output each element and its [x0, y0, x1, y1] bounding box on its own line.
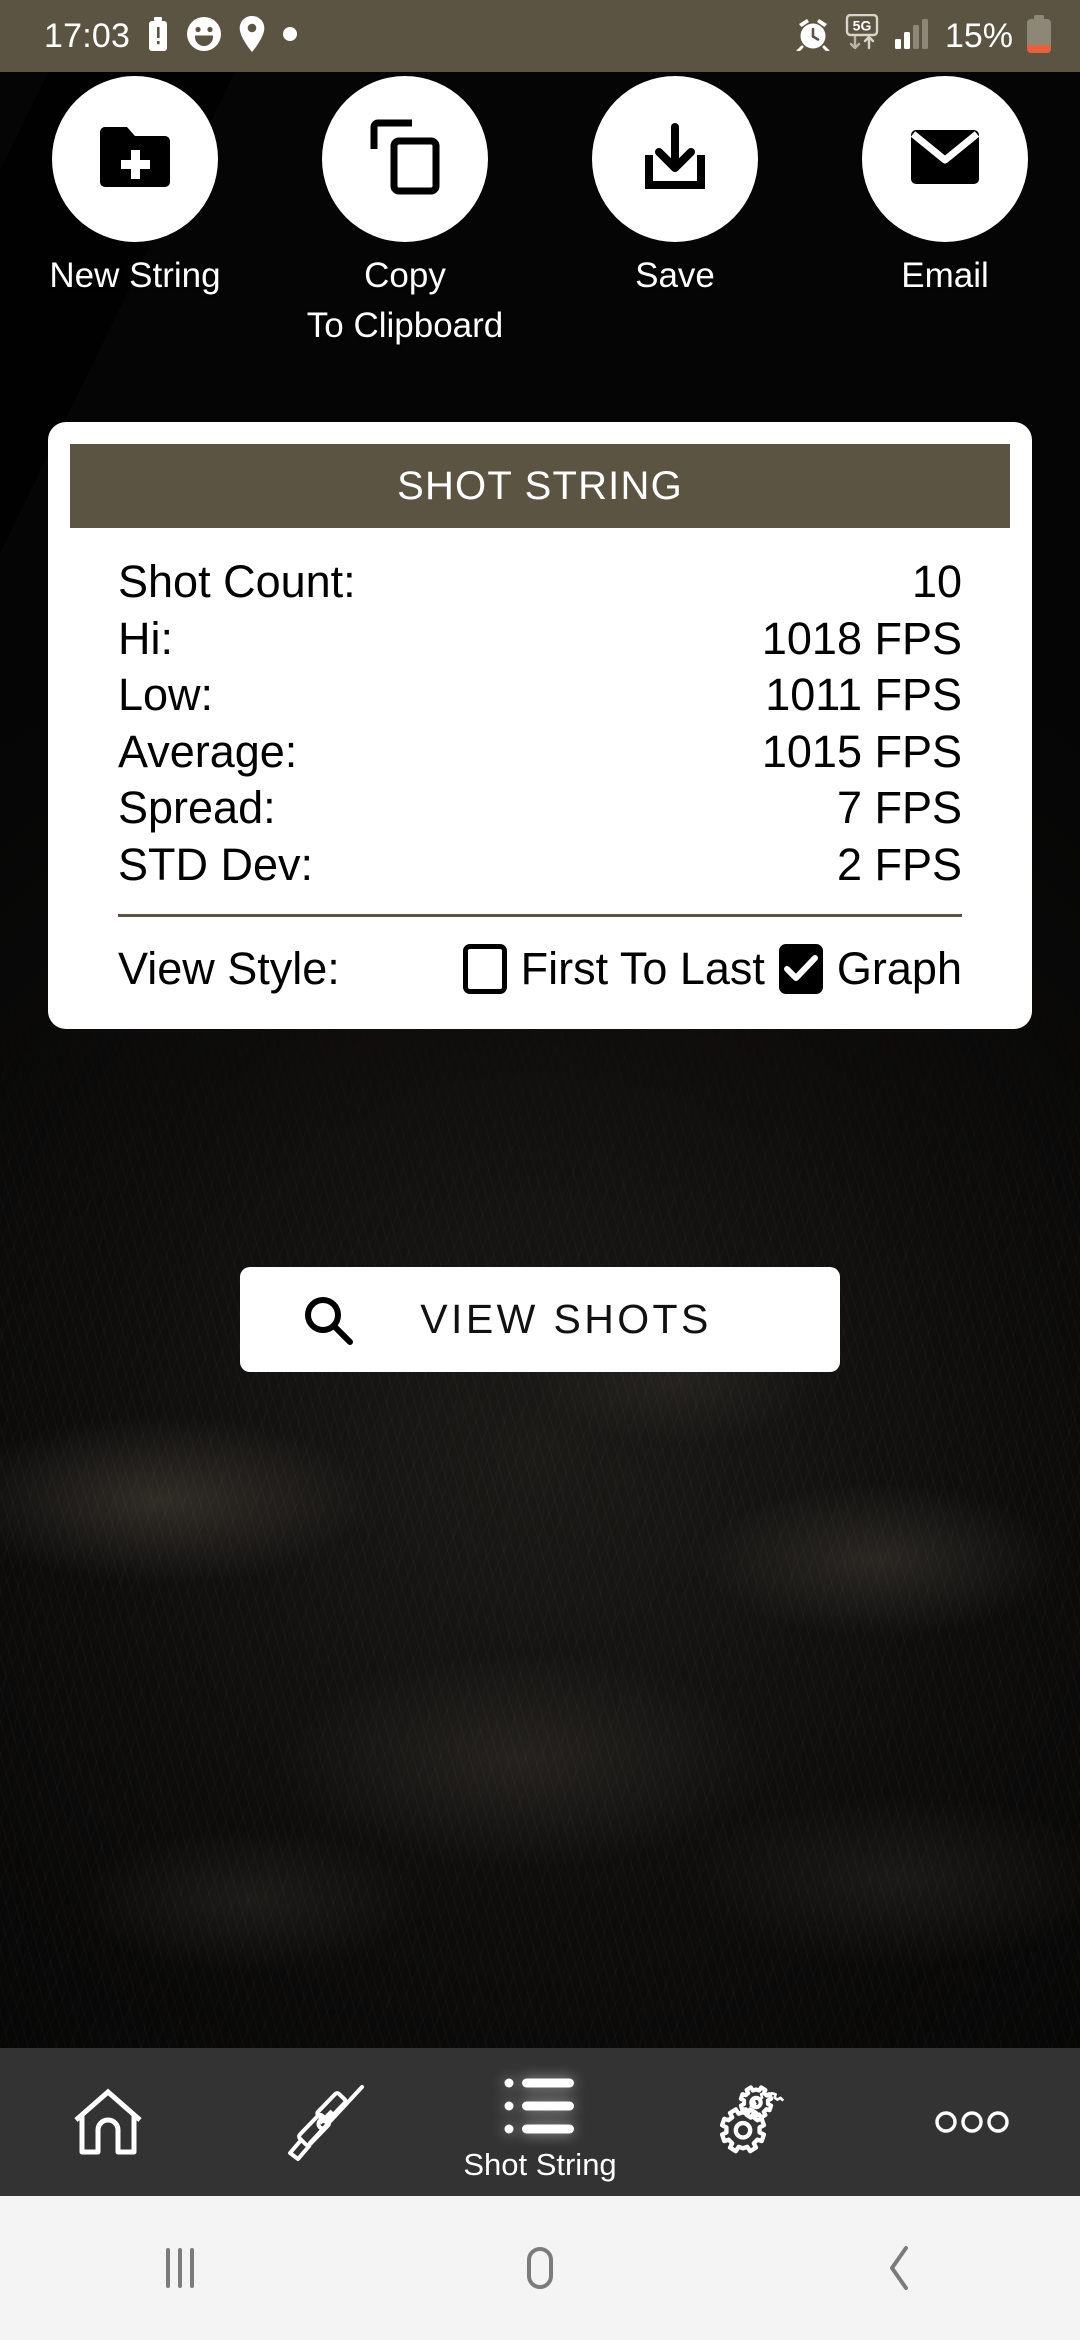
first-to-last-checkbox[interactable]: [462, 943, 507, 994]
recents-icon: [154, 2242, 206, 2294]
stat-label: STD Dev:: [118, 838, 314, 890]
app-bottom-nav: Shot String: [0, 2048, 1080, 2196]
stats-list: Shot Count: 10 Hi: 1018 FPS Low: 1011 FP…: [70, 528, 1010, 917]
new-string-label: New String: [49, 256, 221, 295]
first-to-last-label: First To Last: [520, 942, 765, 994]
smiley-icon: [186, 16, 222, 57]
view-style-options: First To Last Graph: [462, 942, 962, 995]
copy-icon: [370, 119, 440, 200]
nav-item-rifle[interactable]: [216, 2048, 432, 2196]
battery-alert-icon: [147, 16, 169, 56]
gears-icon: [715, 2081, 797, 2163]
search-icon: [302, 1294, 354, 1346]
email-button-circle[interactable]: [862, 76, 1028, 242]
stat-value: 7 FPS: [836, 782, 962, 834]
stat-value: 2 FPS: [836, 838, 962, 890]
save-button[interactable]: Save: [540, 76, 810, 343]
5g-data-icon: 5G: [843, 13, 881, 59]
alarm-icon: [796, 17, 830, 56]
stat-label: Average:: [118, 725, 298, 777]
home-button[interactable]: [360, 2196, 720, 2340]
rifle-icon: [280, 2081, 368, 2163]
home-button-icon: [514, 2242, 566, 2294]
nav-item-settings[interactable]: [648, 2048, 864, 2196]
recents-button[interactable]: [0, 2196, 360, 2340]
email-button[interactable]: Email: [810, 76, 1080, 343]
checkmark-icon: [783, 954, 818, 983]
email-label: Email: [901, 256, 989, 295]
stat-value: 1015 FPS: [761, 725, 962, 777]
stat-row: Spread: 7 FPS: [118, 780, 962, 837]
nav-item-more[interactable]: [864, 2048, 1080, 2196]
graph-checkbox[interactable]: [778, 943, 823, 994]
system-navigation-bar: [0, 2196, 1080, 2340]
back-button[interactable]: [720, 2196, 1080, 2340]
list-icon: [504, 2065, 576, 2147]
status-bar: 17:03 5G 15%: [0, 0, 1080, 72]
envelope-icon: [909, 128, 981, 191]
view-shots-button[interactable]: VIEW SHOTS: [240, 1267, 840, 1372]
stat-row: Average: 1015 FPS: [118, 724, 962, 781]
stat-row: Shot Count: 10: [118, 554, 962, 611]
stat-value: 1011 FPS: [765, 669, 962, 721]
new-string-button-circle[interactable]: [52, 76, 218, 242]
dot-icon: [282, 26, 298, 47]
view-style-option-graph[interactable]: Graph: [778, 942, 962, 995]
save-label: Save: [635, 256, 715, 295]
graph-label: Graph: [836, 942, 962, 994]
status-bar-right: 5G 15%: [796, 13, 1052, 59]
copy-to-clipboard-button[interactable]: Copy To Clipboard: [270, 76, 540, 343]
signal-bars-icon: [894, 18, 928, 54]
folder-plus-icon: [97, 124, 173, 195]
card-header: SHOT STRING: [70, 444, 1010, 528]
stat-label: Low:: [118, 669, 214, 721]
status-bar-left: 17:03: [44, 15, 298, 57]
view-style-row: View Style: First To Last Graph: [70, 917, 1010, 1029]
stat-row: STD Dev: 2 FPS: [118, 837, 962, 894]
save-button-circle[interactable]: [592, 76, 758, 242]
battery-icon: [1026, 14, 1052, 58]
back-icon: [874, 2242, 926, 2294]
stat-row: Low: 1011 FPS: [118, 667, 962, 724]
copy-to-clipboard-label: Copy To Clipboard: [306, 256, 504, 345]
top-action-row: New String Copy To Clipboard Save Email: [0, 76, 1080, 343]
view-style-label: View Style:: [118, 942, 340, 994]
nav-item-shot-string[interactable]: Shot String: [432, 2048, 648, 2196]
download-icon: [639, 122, 711, 196]
stat-row: Hi: 1018 FPS: [118, 611, 962, 668]
new-string-button[interactable]: New String: [0, 76, 270, 343]
stat-label: Shot Count:: [118, 556, 356, 607]
stat-value: 10: [911, 556, 962, 607]
battery-percent-label: 15%: [944, 17, 1013, 55]
status-bar-clock: 17:03: [44, 17, 131, 55]
home-icon: [70, 2081, 146, 2163]
stat-value: 1018 FPS: [761, 612, 962, 664]
nav-item-shot-string-label: Shot String: [463, 2146, 617, 2182]
stat-label: Spread:: [118, 782, 276, 834]
location-pin-icon: [239, 15, 265, 57]
stat-label: Hi:: [118, 612, 173, 664]
svg-text:5G: 5G: [853, 17, 872, 33]
copy-to-clipboard-button-circle[interactable]: [322, 76, 488, 242]
shot-string-card: SHOT STRING Shot Count: 10 Hi: 1018 FPS …: [48, 422, 1032, 1029]
more-dots-icon: [934, 2081, 1010, 2163]
nav-item-home[interactable]: [0, 2048, 216, 2196]
view-shots-label: VIEW SHOTS: [420, 1296, 712, 1342]
card-title: SHOT STRING: [397, 463, 683, 508]
view-style-option-first-to-last[interactable]: First To Last: [462, 942, 765, 995]
